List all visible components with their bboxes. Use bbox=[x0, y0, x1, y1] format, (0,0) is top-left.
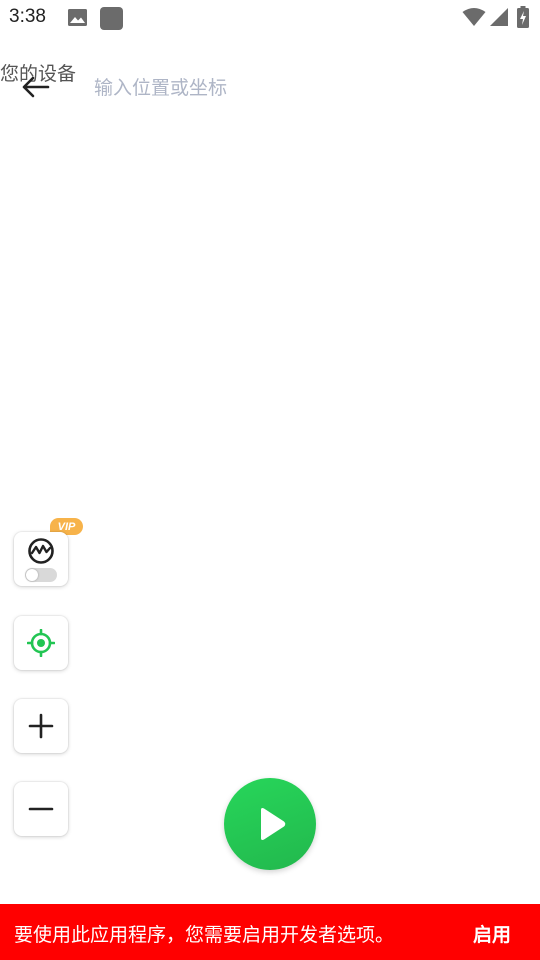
image-icon bbox=[68, 9, 87, 26]
wifi-icon bbox=[462, 8, 486, 26]
plus-icon bbox=[28, 713, 54, 739]
route-simulation-button[interactable] bbox=[14, 532, 68, 586]
app-notification-icon bbox=[100, 7, 123, 30]
zoom-in-button[interactable] bbox=[14, 699, 68, 753]
arrow-left-icon bbox=[22, 76, 50, 98]
locate-button[interactable] bbox=[14, 616, 68, 670]
play-icon bbox=[261, 808, 286, 840]
status-time: 3:38 bbox=[9, 6, 46, 27]
start-play-button[interactable] bbox=[224, 778, 316, 870]
crosshair-locate-icon bbox=[27, 629, 55, 657]
developer-options-banner: 要使用此应用程序，您需要启用开发者选项。 启用 bbox=[0, 904, 540, 960]
enable-button[interactable]: 启用 bbox=[462, 916, 522, 950]
toggle-knob bbox=[26, 569, 38, 581]
minus-icon bbox=[28, 807, 54, 811]
cell-signal-icon bbox=[490, 8, 508, 26]
search-input[interactable] bbox=[90, 70, 510, 106]
status-bar: 3:38 bbox=[0, 0, 540, 36]
back-button[interactable] bbox=[16, 70, 54, 104]
banner-message: 要使用此应用程序，您需要启用开发者选项。 bbox=[14, 924, 395, 946]
battery-charging-icon bbox=[517, 6, 529, 28]
route-simulation-icon bbox=[28, 538, 54, 564]
zoom-out-button[interactable] bbox=[14, 782, 68, 836]
simulation-toggle[interactable] bbox=[25, 568, 57, 582]
